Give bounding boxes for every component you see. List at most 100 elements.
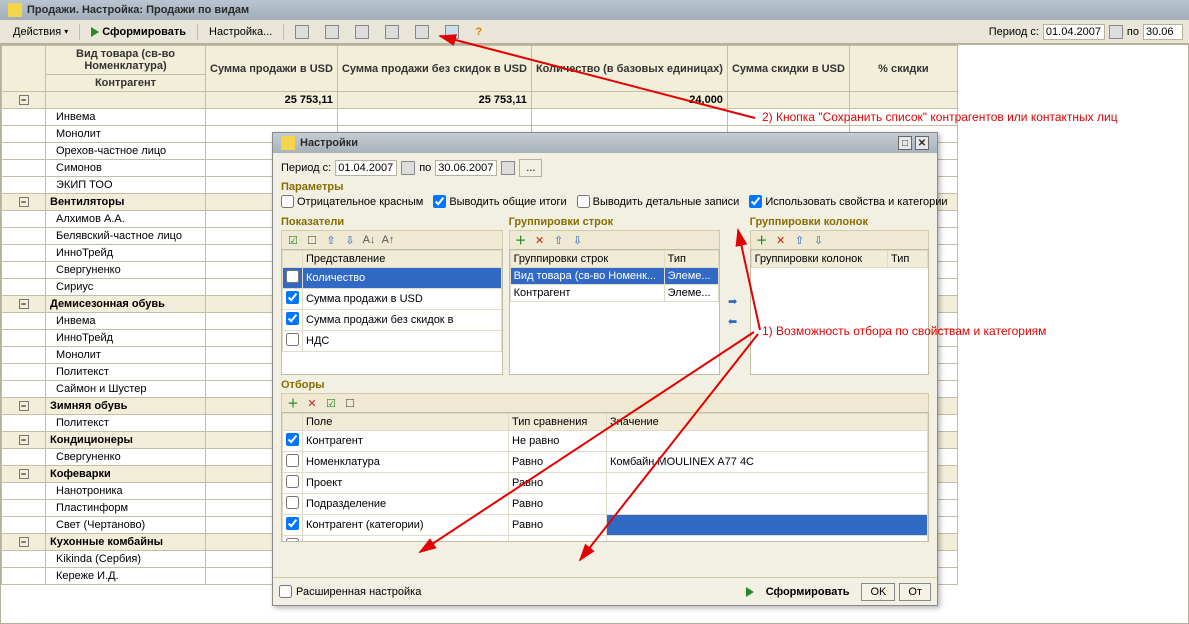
filter-field[interactable]: Проект [303, 473, 509, 494]
row-contragent[interactable]: ИнноТрейд [46, 245, 206, 262]
row-contragent[interactable]: Белявский-частное лицо [46, 228, 206, 245]
dlg-run-button[interactable]: Сформировать [758, 584, 858, 600]
colgroup-grid[interactable]: Группировки колонокТип [750, 249, 929, 375]
row-contragent[interactable]: Монолит [46, 347, 206, 364]
group-name[interactable]: Зимняя обувь [46, 398, 206, 415]
indicator-name[interactable]: Сумма продажи в USD [303, 289, 502, 310]
filters-grid[interactable]: ПолеТип сравненияЗначениеКонтрагентНе ра… [281, 412, 929, 542]
row-contragent[interactable]: Сириус [46, 279, 206, 296]
delete-icon[interactable]: ✕ [305, 396, 319, 410]
indicator-name[interactable]: НДС [303, 331, 502, 352]
dlg-cancel-button[interactable]: От [899, 583, 931, 601]
tool-icon-5[interactable] [408, 22, 436, 42]
opt-negative[interactable]: Отрицательное красным [281, 195, 423, 208]
period-from-input[interactable] [1043, 24, 1105, 40]
indicators-grid[interactable]: ПредставлениеКоличествоСумма продажи в U… [281, 249, 503, 375]
indicator-name[interactable]: Количество [303, 268, 502, 289]
add-icon[interactable]: ＋ [755, 233, 769, 247]
group-name[interactable]: Кондиционеры [46, 432, 206, 449]
arrow-up-icon[interactable]: ⇧ [324, 233, 338, 247]
delete-icon[interactable]: ✕ [533, 233, 547, 247]
row-contragent[interactable]: Kikinda (Сербия) [46, 551, 206, 568]
rowgroup-grid[interactable]: Группировки строкТипВид товара (св-во Но… [509, 249, 720, 375]
row-contragent[interactable]: Инвема [46, 109, 206, 126]
move-left-icon[interactable]: ⬅ [726, 315, 740, 329]
tree-collapse-icon[interactable]: − [19, 197, 29, 207]
filter-cmp[interactable]: Равно [509, 452, 607, 473]
tool-icon-3[interactable] [348, 22, 376, 42]
row-contragent[interactable]: Политекст [46, 415, 206, 432]
filter-field[interactable]: Подразделение [303, 494, 509, 515]
tree-collapse-icon[interactable]: − [19, 95, 29, 105]
filter-field[interactable]: Контрагент [303, 431, 509, 452]
check-all-icon[interactable]: ☑ [286, 233, 300, 247]
row-contragent[interactable]: Алхимов А.А. [46, 211, 206, 228]
filter-cmp[interactable]: Равно [509, 494, 607, 515]
rowgroup-name[interactable]: Вид товара (св-во Номенк... [510, 268, 664, 285]
row-contragent[interactable]: Орехов-частное лицо [46, 143, 206, 160]
row-contragent[interactable]: ЭКИП ТОО [46, 177, 206, 194]
filter-check[interactable] [286, 475, 299, 488]
row-contragent[interactable]: Нанотроника [46, 483, 206, 500]
filter-cmp[interactable]: Равно [509, 536, 607, 543]
move-right-icon[interactable]: ➡ [726, 295, 740, 309]
indicator-check[interactable] [286, 291, 299, 304]
dlg-period-from[interactable] [335, 160, 397, 176]
row-contragent[interactable]: Симонов [46, 160, 206, 177]
filter-field[interactable]: Номенклатура [303, 452, 509, 473]
tree-collapse-icon[interactable]: − [19, 299, 29, 309]
maximize-icon[interactable]: □ [898, 136, 912, 150]
indicator-check[interactable] [286, 312, 299, 325]
tree-collapse-icon[interactable]: − [19, 435, 29, 445]
filter-value[interactable] [607, 515, 928, 536]
add-icon[interactable]: ＋ [286, 396, 300, 410]
opt-totals[interactable]: Выводить общие итоги [433, 195, 566, 208]
row-contragent[interactable]: Свергуненко [46, 449, 206, 466]
calendar-icon[interactable] [1109, 25, 1123, 39]
save-list-button[interactable] [438, 22, 466, 42]
row-contragent[interactable]: Инвема [46, 313, 206, 330]
filter-check[interactable] [286, 517, 299, 530]
tree-collapse-icon[interactable]: − [19, 469, 29, 479]
row-contragent[interactable]: Свет (Чертаново) [46, 517, 206, 534]
uncheck-all-icon[interactable]: ☐ [305, 233, 319, 247]
filter-check[interactable] [286, 538, 299, 542]
filter-value[interactable] [607, 494, 928, 515]
filter-cmp[interactable]: Равно [509, 515, 607, 536]
delete-icon[interactable]: ✕ [774, 233, 788, 247]
dlg-ok-button[interactable]: OK [861, 583, 895, 601]
filter-field[interactable]: Формат магазина (св-во Контрагент) [303, 536, 509, 543]
filter-value[interactable] [607, 431, 928, 452]
check-all-icon[interactable]: ☑ [324, 396, 338, 410]
filter-cmp[interactable]: Не равно [509, 431, 607, 452]
period-select-button[interactable]: ... [519, 159, 542, 177]
group-name[interactable]: Демисезонная обувь [46, 296, 206, 313]
filter-value[interactable]: Комбайн MOULINEX A77 4C [607, 452, 928, 473]
dlg-period-to[interactable] [435, 160, 497, 176]
filter-value[interactable] [607, 536, 928, 543]
row-contragent[interactable]: Кереже И.Д. [46, 568, 206, 585]
arrow-up-icon[interactable]: ⇧ [793, 233, 807, 247]
group-name[interactable]: Кофеварки [46, 466, 206, 483]
sort-asc-icon[interactable]: A↓ [362, 233, 376, 247]
filter-check[interactable] [286, 496, 299, 509]
row-contragent[interactable]: Монолит [46, 126, 206, 143]
opt-detail[interactable]: Выводить детальные записи [577, 195, 740, 208]
rowgroup-name[interactable]: Контрагент [510, 285, 664, 302]
arrow-down-icon[interactable]: ⇩ [812, 233, 826, 247]
arrow-up-icon[interactable]: ⇧ [552, 233, 566, 247]
add-icon[interactable]: ＋ [514, 233, 528, 247]
group-name[interactable] [46, 92, 206, 109]
row-contragent[interactable]: ИнноТрейд [46, 330, 206, 347]
uncheck-all-icon[interactable]: ☐ [343, 396, 357, 410]
filter-value[interactable] [607, 473, 928, 494]
advanced-checkbox[interactable] [279, 585, 292, 598]
period-to-input[interactable] [1143, 24, 1183, 40]
tool-icon-2[interactable] [318, 22, 346, 42]
arrow-down-icon[interactable]: ⇩ [343, 233, 357, 247]
row-contragent[interactable]: Политекст [46, 364, 206, 381]
settings-button[interactable]: Настройка... [202, 23, 279, 41]
actions-menu[interactable]: Действия▾ [6, 23, 75, 41]
group-name[interactable]: Кухонные комбайны [46, 534, 206, 551]
tree-collapse-icon[interactable]: − [19, 537, 29, 547]
